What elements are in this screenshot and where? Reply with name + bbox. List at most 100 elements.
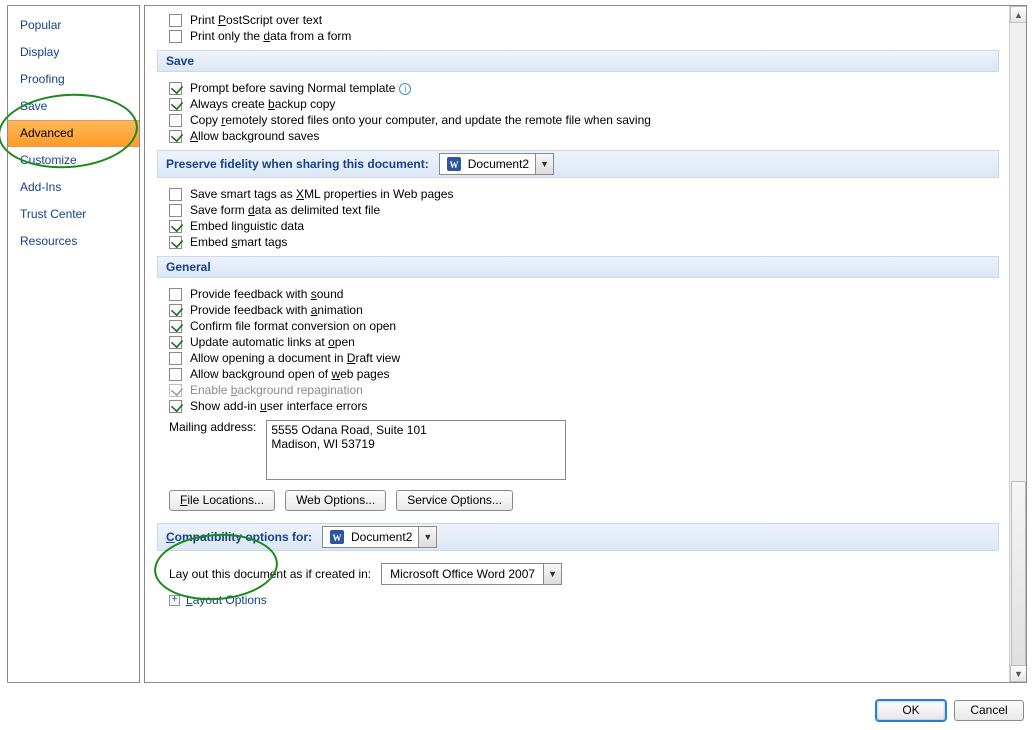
opt-embed-linguistic[interactable]: Embed linguistic data	[169, 218, 999, 234]
sidebar-item-trust-center[interactable]: Trust Center	[8, 201, 139, 228]
checkbox-icon[interactable]	[169, 236, 182, 249]
checkbox-icon[interactable]	[169, 400, 182, 413]
vertical-scrollbar[interactable]: ▲ ▼	[1009, 6, 1026, 682]
opt-print-form-data[interactable]: Print only the data from a form	[169, 28, 999, 44]
ok-button[interactable]: OK	[876, 700, 946, 721]
sidebar-item-save[interactable]: Save	[8, 93, 139, 120]
checkbox-icon[interactable]	[169, 30, 182, 43]
mailing-address-label: Mailing address:	[169, 420, 256, 434]
opt-addin-ui-errors[interactable]: Show add-in user interface errors	[169, 398, 999, 414]
layout-as-select[interactable]: Microsoft Office Word 2007 ▼	[381, 563, 562, 585]
advanced-panel: Print PostScript over text Print only th…	[144, 5, 1027, 683]
layout-as-label: Lay out this document as if created in:	[169, 567, 371, 581]
sidebar-item-popular[interactable]: Popular	[8, 12, 139, 39]
checkbox-icon[interactable]	[169, 320, 182, 333]
option-label: Update automatic links at open	[190, 335, 355, 349]
opt-feedback-anim[interactable]: Provide feedback with animation	[169, 302, 999, 318]
sidebar-item-addins[interactable]: Add-Ins	[8, 174, 139, 201]
chevron-down-icon[interactable]: ▼	[535, 154, 553, 174]
checkbox-icon[interactable]	[169, 14, 182, 27]
checkbox-icon[interactable]	[169, 114, 182, 127]
sidebar-item-advanced[interactable]: Advanced	[8, 120, 139, 147]
web-options-button[interactable]: Web Options...	[285, 490, 386, 511]
option-label: Print PostScript over text	[190, 13, 322, 27]
chevron-down-icon[interactable]: ▼	[418, 527, 436, 547]
opt-feedback-sound[interactable]: Provide feedback with sound	[169, 286, 999, 302]
opt-form-data-delim[interactable]: Save form data as delimited text file	[169, 202, 999, 218]
options-sidebar: Popular Display Proofing Save Advanced C…	[7, 5, 140, 683]
layout-options-label: Layout Options	[186, 593, 267, 607]
layout-options-expander[interactable]: + Layout Options	[169, 593, 999, 607]
compat-doc-select[interactable]: W Document2 ▼	[322, 526, 437, 548]
mailing-address-row: Mailing address: 5555 Odana Road, Suite …	[169, 420, 999, 480]
checkbox-icon[interactable]	[169, 288, 182, 301]
option-label: Provide feedback with sound	[190, 287, 343, 301]
mailing-address-textarea[interactable]: 5555 Odana Road, Suite 101 Madison, WI 5…	[266, 420, 566, 480]
opt-backup-copy[interactable]: Always create backup copy	[169, 96, 999, 112]
section-preserve-fidelity: Preserve fidelity when sharing this docu…	[157, 150, 999, 178]
opt-embed-smart-tags[interactable]: Embed smart tags	[169, 234, 999, 250]
section-title: Compatibility options for:	[166, 530, 312, 544]
sidebar-item-display[interactable]: Display	[8, 39, 139, 66]
scroll-content: Print PostScript over text Print only th…	[145, 6, 1009, 682]
option-label: Allow background saves	[190, 129, 319, 143]
option-label: Save smart tags as XML properties in Web…	[190, 187, 453, 201]
layout-as-row: Lay out this document as if created in: …	[169, 563, 999, 585]
word-doc-icon: W	[446, 156, 462, 172]
option-label: Provide feedback with animation	[190, 303, 363, 317]
selected-doc: Document2	[468, 157, 529, 171]
sidebar-item-proofing[interactable]: Proofing	[8, 66, 139, 93]
scroll-up-button[interactable]: ▲	[1010, 6, 1027, 23]
opt-copy-remote[interactable]: Copy remotely stored files onto your com…	[169, 112, 999, 128]
checkbox-icon[interactable]	[169, 204, 182, 217]
checkbox-icon	[169, 384, 182, 397]
opt-bg-repagination: Enable background repagination	[169, 382, 999, 398]
opt-smarttags-xml[interactable]: Save smart tags as XML properties in Web…	[169, 186, 999, 202]
opt-bg-open-web[interactable]: Allow background open of web pages	[169, 366, 999, 382]
service-options-button[interactable]: Service Options...	[396, 490, 513, 511]
checkbox-icon[interactable]	[169, 352, 182, 365]
opt-bg-saves[interactable]: Allow background saves	[169, 128, 999, 144]
option-label: Allow opening a document in Draft view	[190, 351, 400, 365]
opt-prompt-normal[interactable]: Prompt before saving Normal templatei	[169, 80, 999, 96]
chevron-down-icon[interactable]: ▼	[543, 564, 561, 584]
section-title: Preserve fidelity when sharing this docu…	[166, 157, 429, 171]
selected-doc: Document2	[351, 530, 412, 544]
plus-icon[interactable]: +	[169, 595, 180, 606]
scroll-down-button[interactable]: ▼	[1010, 665, 1027, 682]
checkbox-icon[interactable]	[169, 82, 182, 95]
preserve-doc-select[interactable]: W Document2 ▼	[439, 153, 554, 175]
section-save: Save	[157, 50, 999, 72]
checkbox-icon[interactable]	[169, 220, 182, 233]
opt-print-postscript[interactable]: Print PostScript over text	[169, 12, 999, 28]
word-options-dialog: Popular Display Proofing Save Advanced C…	[0, 0, 1034, 730]
svg-text:W: W	[449, 160, 458, 170]
checkbox-icon[interactable]	[169, 188, 182, 201]
option-label: Print only the data from a form	[190, 29, 351, 43]
dialog-footer: OK Cancel	[0, 690, 1034, 730]
option-label: Copy remotely stored files onto your com…	[190, 113, 651, 127]
option-label: Show add-in user interface errors	[190, 399, 367, 413]
option-label: Save form data as delimited text file	[190, 203, 380, 217]
opt-update-links[interactable]: Update automatic links at open	[169, 334, 999, 350]
checkbox-icon[interactable]	[169, 368, 182, 381]
checkbox-icon[interactable]	[169, 130, 182, 143]
content-area: Popular Display Proofing Save Advanced C…	[0, 0, 1034, 690]
file-locations-button[interactable]: File Locations...	[169, 490, 275, 511]
general-buttons: File Locations... Web Options... Service…	[169, 490, 999, 511]
word-doc-icon: W	[329, 529, 345, 545]
sidebar-item-resources[interactable]: Resources	[8, 228, 139, 255]
opt-open-draft[interactable]: Allow opening a document in Draft view	[169, 350, 999, 366]
info-icon[interactable]: i	[399, 83, 411, 95]
option-label: Confirm file format conversion on open	[190, 319, 396, 333]
sidebar-item-customize[interactable]: Customize	[8, 147, 139, 174]
opt-confirm-conv[interactable]: Confirm file format conversion on open	[169, 318, 999, 334]
option-label: Embed smart tags	[190, 235, 287, 249]
checkbox-icon[interactable]	[169, 336, 182, 349]
checkbox-icon[interactable]	[169, 304, 182, 317]
option-label: Enable background repagination	[190, 383, 363, 397]
checkbox-icon[interactable]	[169, 98, 182, 111]
option-label: Prompt before saving Normal templatei	[190, 81, 411, 95]
scroll-thumb[interactable]	[1011, 481, 1026, 681]
cancel-button[interactable]: Cancel	[954, 700, 1024, 721]
